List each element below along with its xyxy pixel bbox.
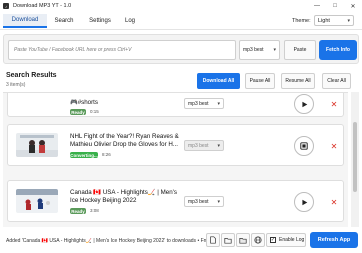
pause-all-button[interactable]: Pause All — [245, 73, 275, 89]
enable-log-toggle[interactable]: ✓ Enable Log — [266, 233, 306, 247]
item-format-value: mp3 best — [188, 198, 209, 205]
title-bar: ♪ Download MP3 YT - 1.0 — □ ✕ — [0, 0, 362, 12]
app-icon: ♪ — [3, 3, 9, 9]
tab-search[interactable]: Search — [49, 14, 79, 28]
enable-log-label: Enable Log — [279, 237, 305, 243]
item-format-select[interactable]: mp3 best ▾ — [184, 140, 224, 151]
download-all-button[interactable]: Download All — [197, 73, 240, 89]
item-format-value: mp3 best — [188, 100, 209, 107]
chevron-down-icon: ▾ — [347, 17, 350, 24]
results-list: 🎮#shorts Ready 0:15 mp3 best ▾ ✕ NHL Fig… — [3, 92, 348, 227]
globe-icon — [254, 236, 262, 244]
remove-button[interactable]: ✕ — [328, 196, 340, 208]
results-count: 3 item(s) — [6, 82, 26, 88]
refresh-app-button[interactable]: Refresh App — [310, 232, 358, 248]
resume-all-button[interactable]: Resume All — [281, 73, 315, 89]
status-badge: Converting... — [70, 152, 98, 158]
status-badge: Ready — [70, 109, 86, 115]
maximize-icon[interactable]: □ — [326, 0, 344, 12]
item-duration: 8:26 — [102, 152, 111, 157]
url-input[interactable]: Paste YouTube / Facebook URL here or pre… — [8, 40, 236, 60]
remove-button[interactable]: ✕ — [328, 98, 340, 110]
window-title: Download MP3 YT - 1.0 — [13, 3, 72, 9]
list-item: 🎮#shorts Ready 0:15 mp3 best ▾ ✕ — [7, 93, 344, 117]
item-format-select[interactable]: mp3 best ▾ — [184, 98, 224, 109]
globe-button[interactable] — [251, 233, 265, 247]
stop-button[interactable] — [294, 136, 314, 156]
file-icon — [210, 236, 216, 244]
status-badge: Ready — [70, 208, 86, 214]
stop-icon — [300, 142, 308, 150]
folder-button[interactable] — [221, 233, 235, 247]
file-button[interactable] — [206, 233, 220, 247]
item-duration: 0:15 — [90, 109, 99, 114]
tab-download[interactable]: Download — [3, 14, 47, 28]
results-scrollbar[interactable] — [351, 92, 359, 227]
chevron-down-icon: ▾ — [217, 198, 220, 205]
theme-value: Light — [318, 17, 330, 24]
item-format-select[interactable]: mp3 best ▾ — [184, 196, 224, 207]
play-icon — [301, 199, 307, 205]
item-title: Canada 🇨🇦 USA - Highlights🏒 | Men's Ice … — [70, 189, 177, 204]
item-title: NHL Fight of the Year?! Ryan Reaves & Ma… — [70, 133, 179, 148]
open-folder-button[interactable] — [236, 233, 250, 247]
paste-button[interactable]: Paste — [284, 40, 316, 60]
video-thumbnail — [16, 133, 58, 157]
theme-label: Theme: — [292, 18, 311, 24]
format-select[interactable]: mp3 best ▾ — [239, 40, 280, 60]
item-title: 🎮#shorts — [70, 99, 98, 106]
play-icon — [301, 101, 307, 107]
enable-log-checkbox[interactable]: ✓ — [270, 237, 276, 243]
folder-icon — [224, 238, 232, 244]
results-title: Search Results — [6, 72, 57, 79]
window-controls: — □ ✕ — [308, 0, 362, 12]
tab-log[interactable]: Log — [120, 14, 140, 28]
chevron-down-icon: ▾ — [217, 142, 220, 149]
chevron-down-icon: ▾ — [273, 47, 276, 53]
close-icon[interactable]: ✕ — [344, 0, 362, 12]
list-item: Canada 🇨🇦 USA - Highlights🏒 | Men's Ice … — [7, 180, 344, 222]
play-button[interactable] — [294, 94, 314, 114]
clear-all-button[interactable]: Clear All — [322, 73, 351, 89]
theme-select[interactable]: Light ▾ — [314, 15, 354, 26]
tab-bar: Download Search Settings Log Theme: Ligh… — [0, 12, 362, 30]
minimize-icon[interactable]: — — [308, 0, 326, 12]
tab-settings[interactable]: Settings — [84, 14, 116, 28]
item-duration: 3:08 — [90, 208, 99, 213]
item-format-value: mp3 best — [188, 142, 209, 149]
video-thumbnail — [16, 189, 58, 213]
play-button[interactable] — [294, 192, 314, 212]
chevron-down-icon: ▾ — [217, 100, 220, 107]
list-item: NHL Fight of the Year?! Ryan Reaves & Ma… — [7, 124, 344, 166]
status-message: Added 'Canada 🇨🇦 USA - Highlights🏒 | Men… — [6, 238, 206, 244]
folder-open-icon — [239, 238, 247, 244]
url-input-panel: Paste YouTube / Facebook URL here or pre… — [3, 34, 359, 64]
remove-button[interactable]: ✕ — [328, 140, 340, 152]
scrollbar-thumb[interactable] — [353, 122, 357, 192]
format-value: mp3 best — [243, 47, 264, 53]
fetch-info-button[interactable]: Fetch Info — [319, 40, 357, 60]
